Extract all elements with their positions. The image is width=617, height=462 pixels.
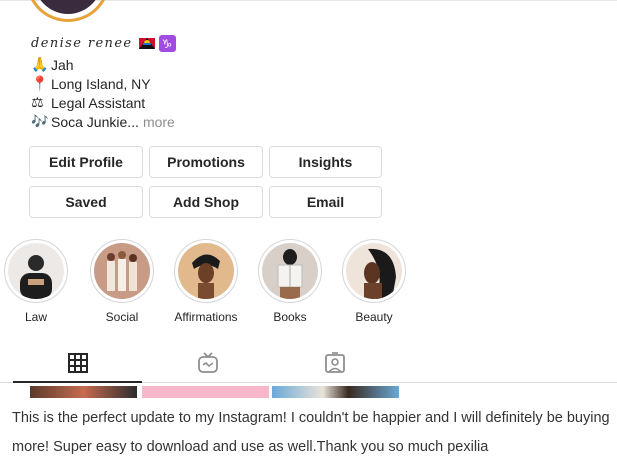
praying-hands-icon: 🙏 xyxy=(31,57,49,73)
avatar[interactable] xyxy=(26,0,110,22)
promotions-button[interactable]: Promotions xyxy=(149,146,263,178)
round-pushpin-icon: 📍 xyxy=(31,76,49,92)
highlight-social[interactable]: Social xyxy=(89,239,155,324)
highlight-affirmations[interactable]: Affirmations xyxy=(173,239,239,324)
review-text: This is the perfect update to my Instagr… xyxy=(12,410,610,455)
highlight-label: Social xyxy=(105,310,139,324)
bio-text: Legal Assistant xyxy=(51,95,146,111)
grid-post-thumbnail[interactable] xyxy=(142,386,269,398)
law-highlight-image xyxy=(20,255,52,299)
tagged-icon[interactable] xyxy=(324,352,346,374)
bio-line: 📍 Long Island, NY xyxy=(31,75,175,94)
profile-name-row: denise renee ♑ xyxy=(31,35,176,52)
highlight-books[interactable]: Books xyxy=(257,239,323,324)
grid-post-thumbnail[interactable] xyxy=(30,386,137,398)
igtv-icon[interactable] xyxy=(197,352,219,374)
bio-line: ⚖ Legal Assistant xyxy=(31,94,175,113)
beauty-highlight-image xyxy=(364,248,396,299)
highlight-label: Law xyxy=(24,310,47,324)
highlight-label: Beauty xyxy=(355,310,393,324)
grid-post-thumbnail[interactable] xyxy=(272,386,399,398)
books-highlight-image xyxy=(277,249,303,299)
bio-more-link[interactable]: more xyxy=(143,113,175,132)
bio-text: Jah xyxy=(51,57,74,73)
profile-handle: denise renee xyxy=(31,36,133,51)
musical-notes-icon: 🎶 xyxy=(31,114,49,130)
scales-icon: ⚖ xyxy=(31,95,44,111)
profile-bio: 🙏 Jah 📍 Long Island, NY ⚖ Legal Assistan… xyxy=(31,56,175,132)
social-highlight-image xyxy=(107,251,137,291)
active-tab-indicator xyxy=(13,381,142,383)
highlight-beauty[interactable]: Beauty xyxy=(341,239,407,324)
affirmations-highlight-image xyxy=(192,254,220,299)
bio-text: Soca Junkie... xyxy=(51,114,139,130)
capricorn-icon: ♑ xyxy=(158,35,176,52)
add-shop-button[interactable]: Add Shop xyxy=(149,186,263,218)
email-button[interactable]: Email xyxy=(269,186,382,218)
highlight-label: Affirmations xyxy=(174,310,238,324)
highlight-law[interactable]: Law xyxy=(3,239,69,324)
bio-text: Long Island, NY xyxy=(51,76,151,92)
saved-button[interactable]: Saved xyxy=(29,186,143,218)
highlight-label: Books xyxy=(273,310,307,324)
antigua-flag-icon xyxy=(138,38,155,49)
bio-line: 🙏 Jah xyxy=(31,56,175,75)
grid-icon[interactable] xyxy=(67,352,89,374)
bio-line: 🎶 Soca Junkie... more xyxy=(31,113,175,132)
edit-profile-button[interactable]: Edit Profile xyxy=(29,146,143,178)
insights-button[interactable]: Insights xyxy=(269,146,382,178)
